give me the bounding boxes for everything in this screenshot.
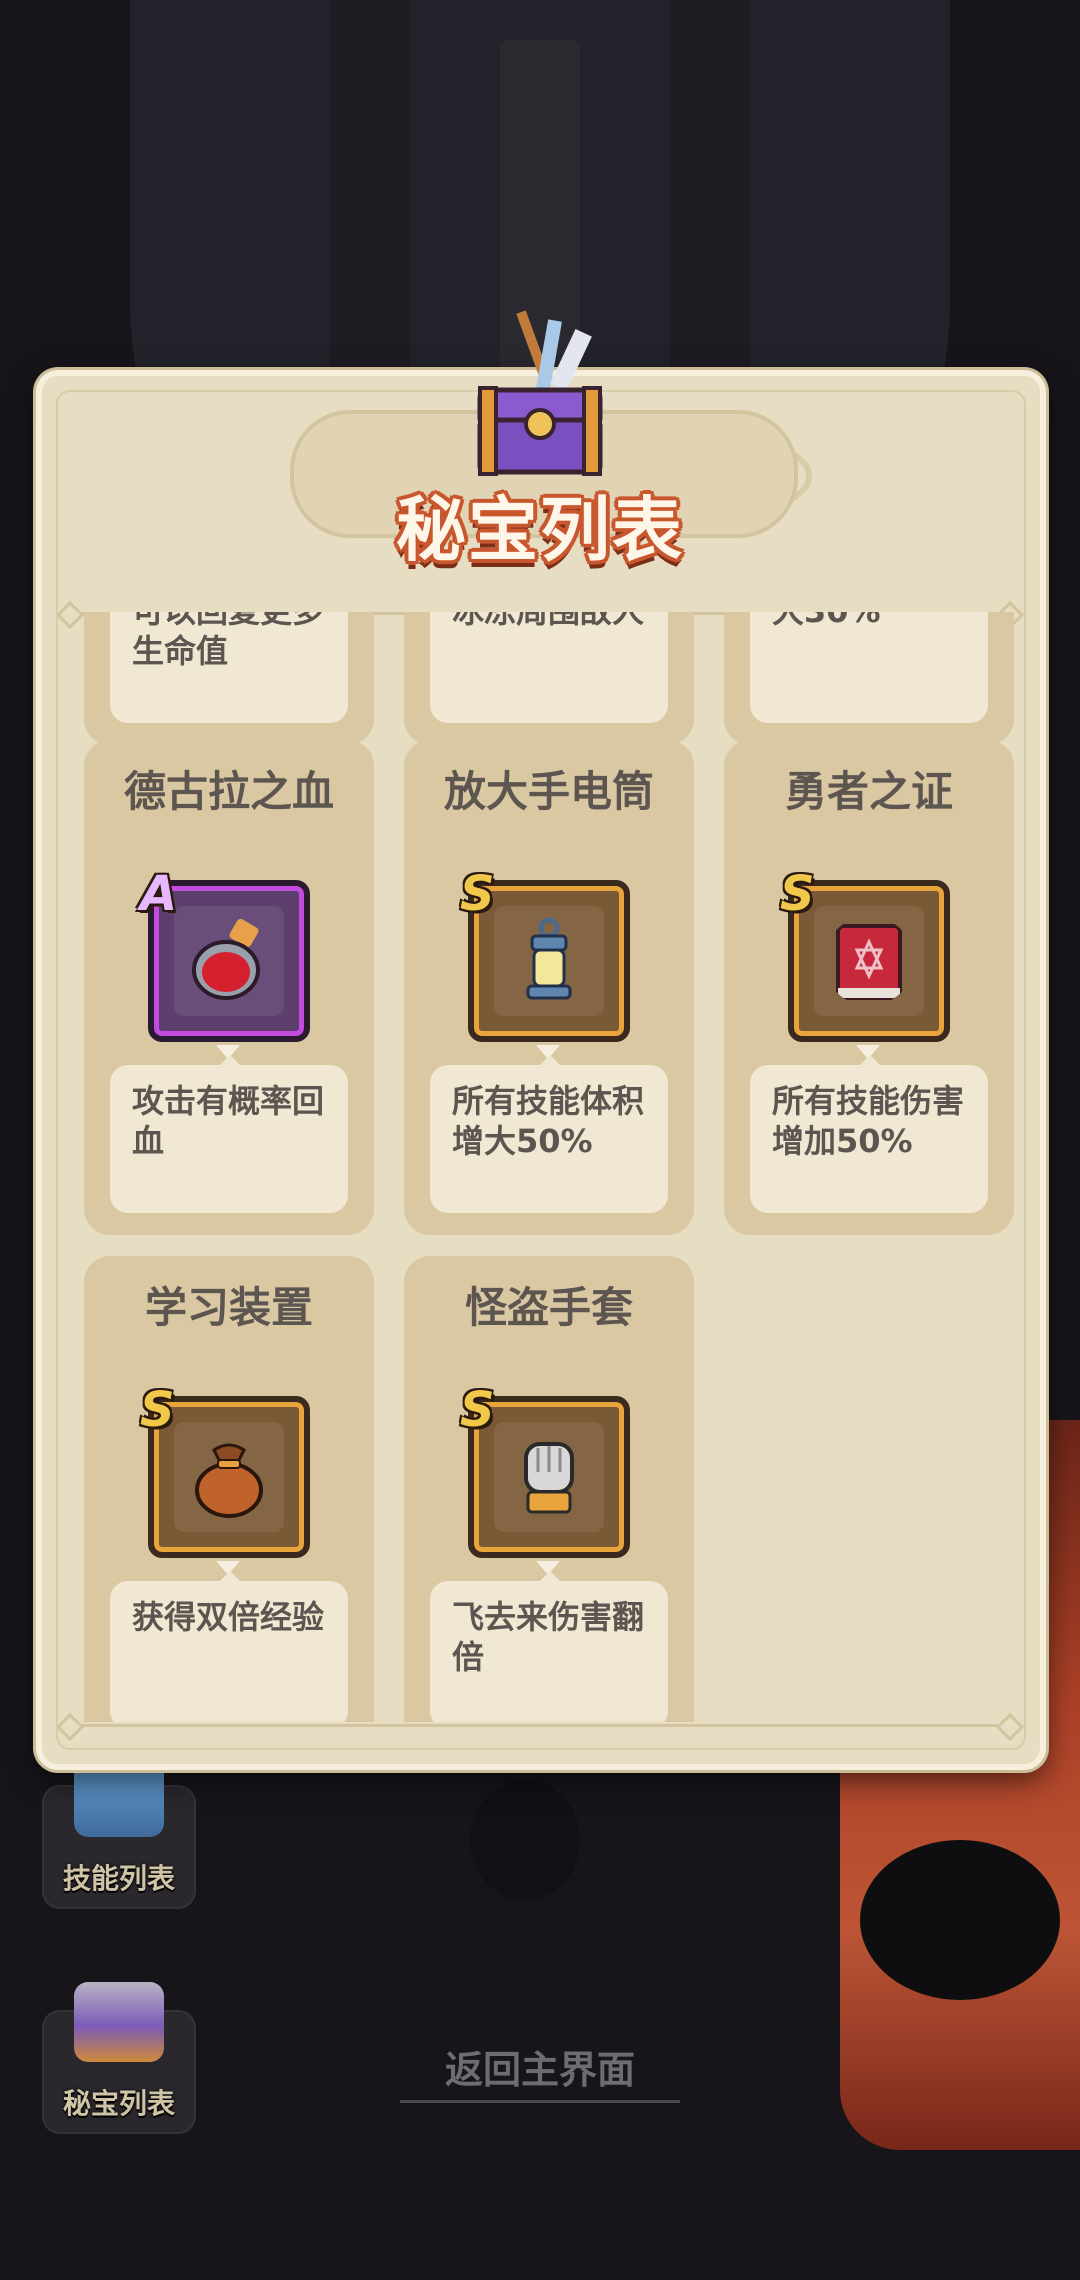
background-column bbox=[330, 0, 410, 380]
blood-potion-icon bbox=[192, 918, 260, 1000]
treasure-icon-frame: S bbox=[460, 866, 630, 1042]
grade-badge: S bbox=[460, 866, 495, 922]
treasure-icon-frame: S bbox=[780, 866, 950, 1042]
background-column bbox=[670, 0, 750, 380]
gauntlet-icon bbox=[524, 1442, 574, 1514]
treasure-card-flashlight[interactable]: 放大手电筒 S 所有技能体积增大50% bbox=[404, 740, 694, 1235]
bottom-divider bbox=[68, 1724, 1012, 1727]
background-rock bbox=[860, 1840, 1060, 2000]
grade-badge: A bbox=[140, 866, 178, 922]
panel-title: 秘宝列表 bbox=[396, 489, 684, 571]
treasure-chest-icon bbox=[74, 1982, 164, 2062]
treasure-card-learning-device[interactable]: 学习装置 S 获得双倍经验 bbox=[84, 1256, 374, 1722]
return-underline bbox=[400, 2100, 680, 2103]
treasure-name: 勇者之证 bbox=[784, 767, 953, 816]
treasure-description: 冰冻周围敌人 bbox=[430, 612, 668, 723]
treasure-card[interactable]: 大30% bbox=[724, 612, 1014, 745]
grade-badge: S bbox=[780, 866, 815, 922]
treasure-name: 放大手电筒 bbox=[443, 767, 654, 816]
treasure-name: 怪盗手套 bbox=[464, 1283, 633, 1332]
treasure-icon-frame: A bbox=[140, 866, 310, 1042]
treasure-chest-icon bbox=[477, 310, 603, 476]
skills-list-button[interactable]: 技能列表 bbox=[42, 1757, 196, 1909]
treasure-description: 大30% bbox=[750, 612, 988, 723]
money-bag-icon bbox=[195, 1443, 263, 1518]
treasure-description: 所有技能伤害增加50% bbox=[750, 1055, 988, 1213]
treasure-card[interactable]: 冰冻周围敌人 bbox=[404, 612, 694, 745]
treasure-description: 获得双倍经验 bbox=[110, 1571, 348, 1722]
skills-list-label: 技能列表 bbox=[62, 1862, 175, 1895]
treasure-card-phantom-thief-glove[interactable]: 怪盗手套 S 飞去来伤害翻倍 bbox=[404, 1256, 694, 1722]
treasure-description: 攻击有概率回血 bbox=[110, 1055, 348, 1213]
treasure-card-dracula-blood[interactable]: 德古拉之血 A 攻击有概率回血 bbox=[84, 740, 374, 1235]
return-main-menu-button[interactable]: 返回主界面 bbox=[400, 2040, 680, 2100]
treasure-icon-frame: S bbox=[460, 1382, 630, 1558]
treasure-name: 德古拉之血 bbox=[123, 767, 334, 816]
grade-badge: S bbox=[140, 1382, 175, 1438]
treasure-description: 飞去来伤害翻倍 bbox=[430, 1571, 668, 1722]
grade-badge: S bbox=[460, 1382, 495, 1438]
treasure-card-hero-proof[interactable]: 勇者之证 S 所有技能伤害增加50% bbox=[724, 740, 1014, 1235]
treasures-list-button[interactable]: 秘宝列表 bbox=[42, 1982, 196, 2134]
treasure-name: 学习装置 bbox=[144, 1283, 313, 1332]
spell-book-icon bbox=[836, 924, 902, 1000]
treasures-list-label: 秘宝列表 bbox=[62, 2087, 175, 2120]
treasure-description: 可以回复更多 生命值 bbox=[110, 612, 348, 723]
lantern-icon bbox=[526, 917, 572, 1000]
treasure-scroll-list[interactable]: 可以回复更多 生命值 冰冻周围敌人 大30% 德古拉之血 A 攻击有概率回血 放… bbox=[80, 612, 1020, 1722]
treasure-icon-frame: S bbox=[140, 1382, 310, 1558]
treasure-card[interactable]: 可以回复更多 生命值 bbox=[84, 612, 374, 745]
background-monster bbox=[470, 1780, 580, 1900]
treasure-description: 所有技能体积增大50% bbox=[430, 1055, 668, 1213]
